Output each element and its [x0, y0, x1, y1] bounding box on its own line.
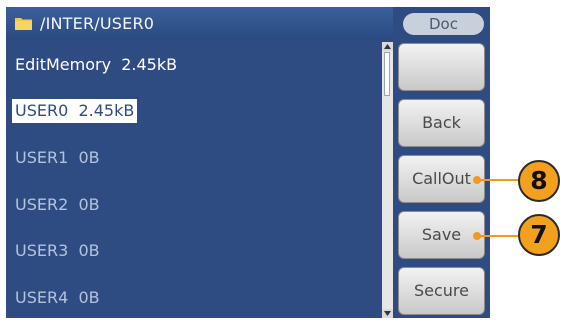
file-name: EditMemory	[15, 55, 112, 74]
scrollbar[interactable]	[382, 42, 393, 318]
current-path: /INTER/USER0	[40, 14, 155, 33]
file-name: USER3	[15, 241, 69, 260]
file-name: USER0	[15, 101, 69, 120]
file-item-user2[interactable]: USER2 0B	[12, 193, 103, 217]
callout-button[interactable]: CallOut	[398, 155, 485, 203]
instrument-screen: /INTER/USER0 EditMemory 2.45kB USER0 2.4…	[6, 7, 490, 318]
file-size: 0B	[78, 241, 100, 260]
title-bar: /INTER/USER0	[6, 7, 396, 41]
scroll-down-icon[interactable]	[382, 309, 393, 318]
file-item-user0[interactable]: USER0 2.45kB	[12, 99, 138, 123]
file-size: 0B	[78, 195, 100, 214]
scroll-thumb[interactable]	[384, 52, 390, 96]
file-size: 2.45kB	[121, 55, 178, 74]
folder-icon	[15, 18, 32, 30]
callout-8-pointer-line	[479, 179, 519, 181]
file-size: 2.45kB	[78, 101, 135, 120]
back-button[interactable]: Back	[398, 99, 485, 147]
file-list[interactable]: EditMemory 2.45kB USER0 2.45kB USER1 0B …	[6, 41, 380, 318]
softkey-1-button[interactable]	[398, 43, 485, 91]
menu-title: Doc	[403, 13, 484, 35]
callout-7-badge: 7	[518, 214, 560, 256]
file-item-user1[interactable]: USER1 0B	[12, 146, 103, 170]
file-name: USER4	[15, 288, 69, 307]
file-name: USER2	[15, 195, 69, 214]
callout-8-badge: 8	[518, 160, 560, 202]
file-size: 0B	[78, 148, 100, 167]
secure-button[interactable]: Secure	[398, 267, 485, 315]
file-size: 0B	[78, 288, 100, 307]
file-item-editmemory[interactable]: EditMemory 2.45kB	[12, 53, 180, 77]
file-item-user4[interactable]: USER4 0B	[12, 286, 103, 310]
file-name: USER1	[15, 148, 69, 167]
scroll-up-icon[interactable]	[382, 42, 393, 51]
callout-7-pointer-line	[479, 235, 519, 237]
file-item-user3[interactable]: USER3 0B	[12, 239, 103, 263]
save-button[interactable]: Save	[398, 211, 485, 259]
softkey-panel: Doc Back CallOut Save Secure	[393, 7, 490, 318]
